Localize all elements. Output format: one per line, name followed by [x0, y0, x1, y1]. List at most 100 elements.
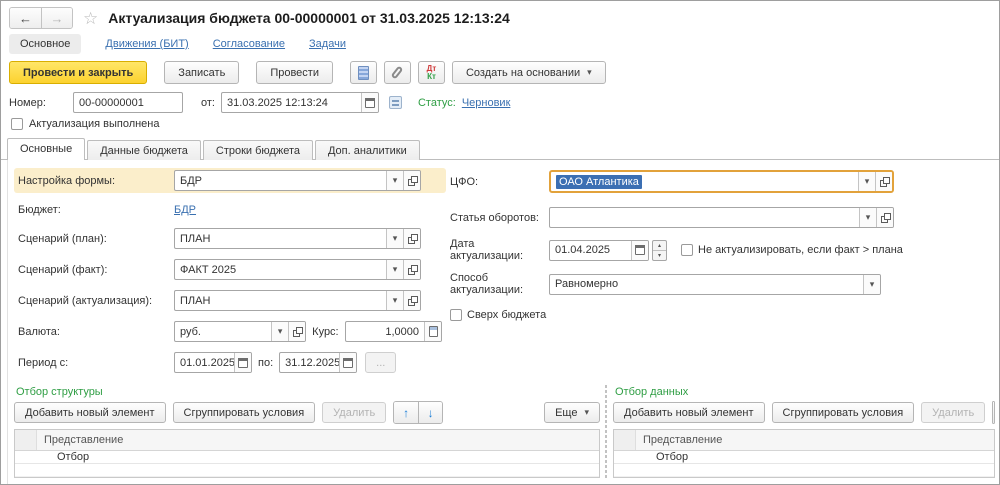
calendar-button[interactable]	[631, 241, 648, 260]
table-empty-row	[614, 464, 994, 477]
open-button[interactable]	[288, 322, 305, 341]
budget-label: Бюджет:	[18, 204, 174, 216]
spin-up-button[interactable]: ▴	[653, 241, 666, 251]
add-element-button[interactable]: Добавить новый элемент	[613, 402, 765, 423]
open-button[interactable]	[403, 260, 420, 279]
selection-sections: Отбор структуры Добавить новый элемент С…	[8, 383, 999, 484]
dropdown-button[interactable]: ▾	[386, 229, 403, 248]
dropdown-button[interactable]: ▾	[386, 291, 403, 310]
chevron-down-icon: ▾	[865, 177, 870, 186]
open-button[interactable]	[876, 208, 893, 227]
selection-node-label: Отбор	[15, 451, 89, 463]
status-link[interactable]: Черновик	[462, 97, 511, 109]
cfo-field[interactable]: ОАО Атлантика ▾	[549, 170, 894, 193]
subordination-structure-icon[interactable]	[389, 96, 402, 109]
period-row: Период с: 01.01.2025 по: 31.12.2025 ...	[14, 350, 446, 375]
group-conditions-button[interactable]: Сгруппировать условия	[772, 402, 915, 423]
dropdown-button[interactable]: ▾	[386, 260, 403, 279]
table-row[interactable]: Отбор	[614, 451, 994, 464]
no-actualize-checkbox[interactable]	[681, 244, 693, 256]
period-label: Период с:	[18, 357, 174, 369]
delete-button[interactable]: Удалить	[921, 402, 985, 423]
calendar-icon	[635, 245, 645, 255]
form-setting-field[interactable]: БДР ▾	[174, 170, 421, 191]
open-icon	[408, 296, 417, 305]
period-from-input[interactable]: 01.01.2025	[174, 352, 252, 373]
actualization-method-field[interactable]: Равномерно ▾	[549, 274, 881, 295]
calendar-button[interactable]	[234, 353, 251, 372]
cfo-row: ЦФО: ОАО Атлантика ▾	[446, 168, 995, 195]
scenario-act-field[interactable]: ПЛАН ▾	[174, 290, 421, 311]
document-date-input[interactable]: 31.03.2025 12:13:24	[221, 92, 379, 113]
dtkt-button[interactable]: Дт Кт	[418, 61, 445, 84]
register-icon	[358, 66, 369, 80]
nav-item-approval[interactable]: Согласование	[213, 38, 285, 50]
move-up-button[interactable]: ↑	[993, 402, 995, 423]
open-button[interactable]	[875, 172, 892, 191]
move-down-button[interactable]: ↓	[418, 402, 442, 423]
actualization-done-label: Актуализация выполнена	[29, 118, 160, 130]
more-button[interactable]: Еще	[544, 402, 600, 423]
scenario-plan-field[interactable]: ПЛАН ▾	[174, 228, 421, 249]
currency-field[interactable]: руб. ▾	[174, 321, 306, 342]
open-icon	[408, 265, 417, 274]
post-button[interactable]: Провести	[256, 61, 333, 84]
nav-item-main[interactable]: Основное	[9, 34, 81, 54]
scenario-plan-label: Сценарий (план):	[18, 233, 174, 245]
scenario-fact-field[interactable]: ФАКТ 2025 ▾	[174, 259, 421, 280]
currency-label: Валюта:	[18, 326, 174, 338]
dropdown-button[interactable]: ▾	[271, 322, 288, 341]
actualization-done-checkbox[interactable]	[11, 118, 23, 130]
actualization-date-input[interactable]: 01.04.2025	[549, 240, 649, 261]
tab-budget-data[interactable]: Данные бюджета	[87, 140, 201, 160]
nav-item-movements[interactable]: Движения (БИТ)	[105, 38, 188, 50]
actualization-method-row: Способ актуализации: Равномерно ▾	[446, 270, 995, 298]
table-row[interactable]: Отбор	[15, 451, 599, 464]
spin-down-button[interactable]: ▾	[653, 251, 666, 260]
show-movements-button[interactable]	[350, 61, 377, 84]
attachments-button[interactable]	[384, 61, 411, 84]
document-window: ← → ☆ Актуализация бюджета 00-00000001 о…	[0, 0, 1000, 485]
forward-icon: →	[51, 11, 64, 26]
add-element-button[interactable]: Добавить новый элемент	[14, 402, 166, 423]
move-up-button[interactable]: ↑	[394, 402, 418, 423]
period-more-button[interactable]: ...	[365, 352, 396, 373]
chevron-down-icon: ▾	[393, 176, 398, 185]
dropdown-button[interactable]: ▾	[859, 208, 876, 227]
calculator-button[interactable]	[424, 322, 441, 341]
open-button[interactable]	[403, 291, 420, 310]
forward-button[interactable]: →	[41, 8, 72, 28]
period-to-input[interactable]: 31.12.2025	[279, 352, 357, 373]
write-button[interactable]: Записать	[164, 61, 239, 84]
budget-link[interactable]: БДР	[174, 204, 196, 216]
chevron-down-icon: ▾	[393, 296, 398, 305]
tab-main[interactable]: Основные	[7, 138, 85, 160]
table-header: Представление	[614, 430, 994, 451]
nav-item-tasks[interactable]: Задачи	[309, 38, 346, 50]
data-selection-title: Отбор данных	[613, 385, 995, 401]
dropdown-button[interactable]: ▾	[386, 171, 403, 190]
open-button[interactable]	[403, 171, 420, 190]
table-header: Представление	[15, 430, 599, 451]
calendar-button[interactable]	[361, 93, 378, 112]
form-area: Настройка формы: БДР ▾ Бюджет: БДР Сцена…	[8, 160, 999, 383]
favorite-star-icon[interactable]: ☆	[83, 10, 98, 27]
group-conditions-button[interactable]: Сгруппировать условия	[173, 402, 316, 423]
delete-button[interactable]: Удалить	[322, 402, 386, 423]
turnover-item-field[interactable]: ▾	[549, 207, 894, 228]
dropdown-button[interactable]: ▾	[858, 172, 875, 191]
over-budget-checkbox[interactable]	[450, 309, 462, 321]
post-and-close-button[interactable]: Провести и закрыть	[9, 61, 147, 84]
calendar-button[interactable]	[339, 353, 356, 372]
structure-selection-toolbar: Добавить новый элемент Сгруппировать усл…	[14, 401, 600, 429]
open-button[interactable]	[403, 229, 420, 248]
form-left-column: Настройка формы: БДР ▾ Бюджет: БДР Сцена…	[14, 168, 446, 381]
tab-extra-analytics[interactable]: Доп. аналитики	[315, 140, 420, 160]
number-input[interactable]: 00-00000001	[73, 92, 183, 113]
tab-budget-lines[interactable]: Строки бюджета	[203, 140, 313, 160]
chevron-down-icon: ▾	[393, 265, 398, 274]
back-button[interactable]: ←	[10, 8, 41, 28]
dropdown-button[interactable]: ▾	[863, 275, 880, 294]
rate-input[interactable]: 1,0000	[345, 321, 442, 342]
create-based-on-button[interactable]: Создать на основании	[452, 61, 606, 84]
